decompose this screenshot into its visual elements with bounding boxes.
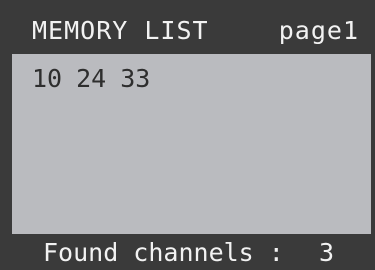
- channel-item[interactable]: 33: [120, 66, 150, 91]
- channel-item[interactable]: 24: [76, 66, 106, 91]
- memory-list-panel: 10 24 33: [12, 54, 371, 234]
- found-channels-count: 3: [319, 238, 335, 267]
- memory-list-screen: MEMORY LIST page1 10 24 33 Found channel…: [0, 0, 375, 270]
- found-channels-label: Found channels :: [43, 238, 284, 267]
- page-indicator: page1: [278, 16, 359, 45]
- screen-title: MEMORY LIST: [32, 16, 209, 45]
- channel-list: 10 24 33: [32, 66, 150, 91]
- channel-item[interactable]: 10: [32, 66, 62, 91]
- status-bar: Found channels : 3: [8, 236, 371, 270]
- header-bar: MEMORY LIST page1: [8, 8, 371, 54]
